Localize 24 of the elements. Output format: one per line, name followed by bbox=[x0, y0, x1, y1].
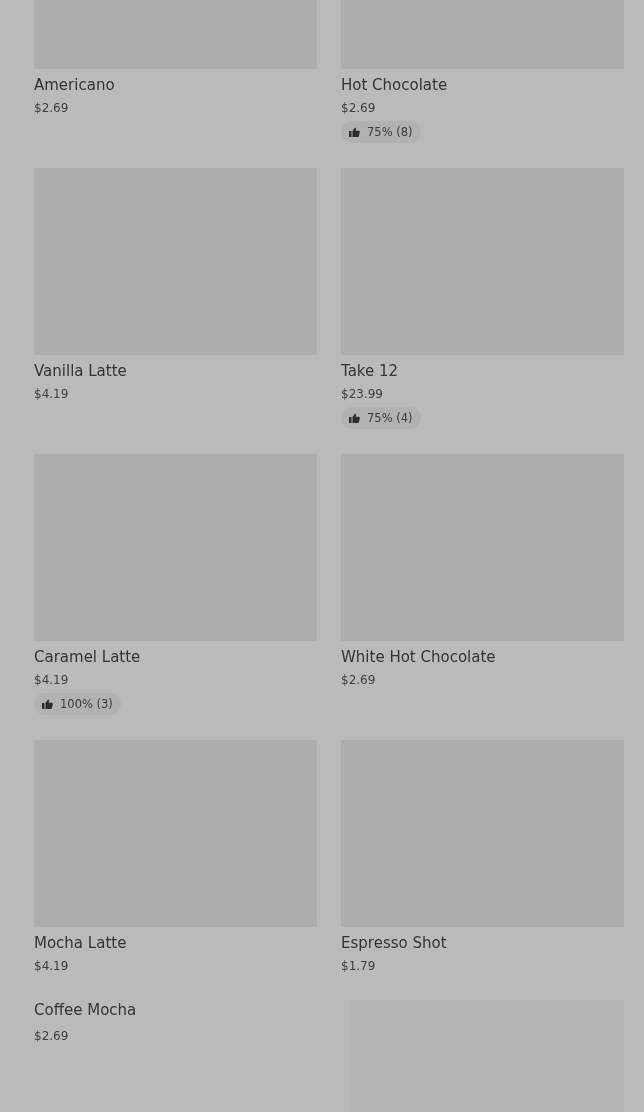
product-price: $4.19 bbox=[34, 958, 69, 975]
thumbs-up-icon bbox=[349, 413, 360, 423]
thumbs-up-icon bbox=[349, 127, 360, 137]
product-price: $4.19 bbox=[34, 672, 69, 689]
product-price: $2.69 bbox=[341, 100, 376, 117]
product-price: $1.79 bbox=[341, 958, 376, 975]
product-name: Take 12 bbox=[341, 361, 399, 381]
thumbs-up-icon bbox=[42, 699, 53, 709]
product-name: Espresso Shot bbox=[341, 933, 447, 953]
product-name: Caramel Latte bbox=[34, 647, 141, 667]
rating-badge: 75% (8) bbox=[341, 121, 421, 143]
product-price: $2.69 bbox=[34, 1028, 69, 1045]
product-name: Hot Chocolate bbox=[341, 75, 448, 95]
product-price: $4.19 bbox=[34, 386, 69, 403]
product-price: $2.69 bbox=[341, 672, 376, 689]
product-name: Vanilla Latte bbox=[34, 361, 127, 381]
rating-badge: 75% (4) bbox=[341, 407, 421, 429]
product-price: $23.99 bbox=[341, 386, 383, 403]
product-name: Coffee Mocha bbox=[34, 1000, 137, 1020]
product-price: $2.69 bbox=[34, 100, 69, 117]
product-name: Mocha Latte bbox=[34, 933, 127, 953]
product-name: Americano bbox=[34, 75, 115, 95]
product-name: White Hot Chocolate bbox=[341, 647, 496, 667]
rating-badge: 100% (3) bbox=[34, 693, 121, 715]
